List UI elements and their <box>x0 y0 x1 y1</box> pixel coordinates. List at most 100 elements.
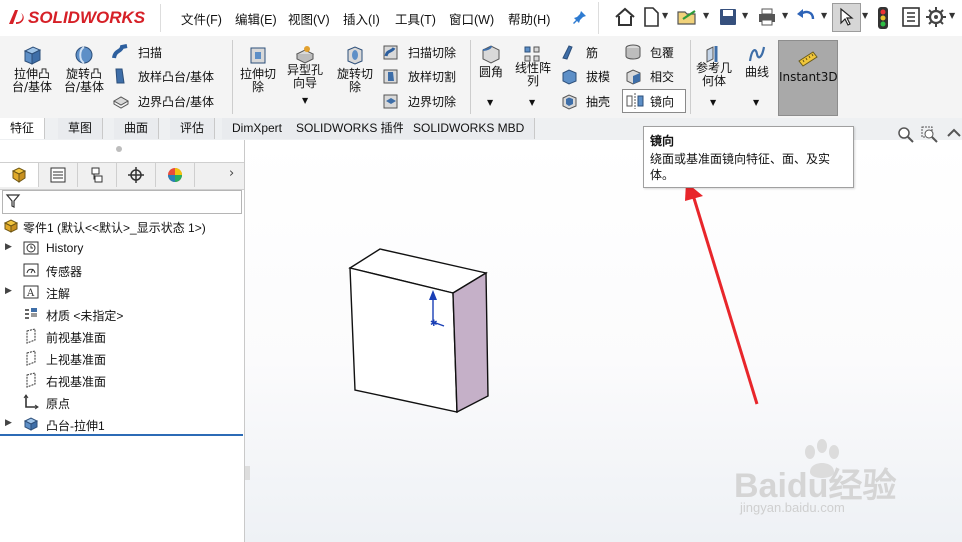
save-icon[interactable] <box>716 5 740 29</box>
tree-item-right-plane[interactable]: 右视基准面 <box>0 369 243 391</box>
linear-pattern-button[interactable]: 线性阵列 ▼ <box>510 44 556 107</box>
dimxpertmanager-tab[interactable] <box>117 163 156 187</box>
menu-window[interactable]: 窗口(W) <box>449 9 494 28</box>
propertymanager-tab[interactable] <box>39 163 78 187</box>
tree-item-boss-extrude[interactable]: ▶ 凸台-拉伸1 <box>0 413 243 435</box>
tab-solidworks-addins[interactable]: SOLIDWORKS 插件 <box>286 118 416 139</box>
menu-insert[interactable]: 插入(I) <box>343 9 380 28</box>
panel-grip[interactable] <box>116 146 122 152</box>
panel-collapse-handle[interactable] <box>245 466 250 480</box>
tree-item-top-plane[interactable]: 上视基准面 <box>0 347 243 369</box>
chevron-down-icon[interactable]: ▼ <box>703 11 709 20</box>
sweep-cut-button[interactable]: 扫描切除 <box>382 42 478 62</box>
select-button[interactable] <box>832 3 861 32</box>
menu-help[interactable]: 帮助(H) <box>508 9 550 28</box>
hole-wizard-button[interactable]: 异型孔向导 ▼ <box>282 44 328 106</box>
curves-button[interactable]: 曲线 ▼ <box>740 44 774 107</box>
expand-arrow-icon[interactable]: ▶ <box>5 241 12 252</box>
extrude-boss-icon <box>23 46 42 65</box>
chevron-down-icon[interactable]: ▼ <box>949 11 955 20</box>
file-properties-icon[interactable] <box>899 5 923 29</box>
ds-logo-icon <box>9 10 24 24</box>
shell-button[interactable]: 抽壳 <box>560 91 618 111</box>
draft-button[interactable]: 拔模 <box>560 66 618 86</box>
divider <box>160 4 161 32</box>
tab-evaluate[interactable]: 评估 <box>170 118 216 139</box>
tree-item-label: 前视基准面 <box>46 331 107 345</box>
chevron-right-icon[interactable]: › <box>229 166 234 181</box>
displaymanager-tab[interactable] <box>156 163 195 187</box>
tree-item-origin[interactable]: 原点 <box>0 391 243 413</box>
chevron-down-icon[interactable]: ▼ <box>487 98 493 107</box>
draft-icon <box>562 69 577 85</box>
boundary-cut-icon <box>383 94 398 109</box>
tab-sketch[interactable]: 草图 <box>58 118 104 139</box>
chevron-down-icon[interactable]: ▼ <box>753 98 759 107</box>
menu-edit[interactable]: 编辑(E) <box>235 9 277 28</box>
divider <box>598 2 599 34</box>
new-document-icon[interactable] <box>639 5 663 29</box>
menu-tools[interactable]: 工具(T) <box>395 9 436 28</box>
chevron-down-icon[interactable]: ▼ <box>742 11 748 20</box>
sweep-button[interactable]: 扫描 <box>112 42 230 62</box>
wrap-icon <box>625 44 641 60</box>
extrude-boss-button[interactable]: 拉伸凸台/基体 <box>6 44 58 102</box>
plane-icon <box>26 350 36 366</box>
tab-dimxpert[interactable]: DimXpert <box>222 118 294 139</box>
filter-icon <box>5 194 21 208</box>
menu-file[interactable]: 文件(F) <box>181 9 222 28</box>
zoom-to-fit-icon[interactable] <box>897 126 915 144</box>
tree-root-part[interactable]: 零件1 (默认<<默认>_显示状态 1>) <box>0 215 243 237</box>
chevron-down-icon[interactable]: ▼ <box>529 98 535 107</box>
open-folder-icon[interactable] <box>675 5 699 29</box>
title-menu-bar: SOLIDWORKS 文件(F) 编辑(E) 视图(V) 插入(I) 工具(T)… <box>0 0 962 37</box>
print-icon[interactable] <box>755 5 779 29</box>
tab-surfaces[interactable]: 曲面 <box>114 118 160 139</box>
configurationmanager-tab[interactable] <box>78 163 117 187</box>
chevron-down-icon[interactable]: ▼ <box>782 11 788 20</box>
extrude-feature-icon <box>23 417 39 431</box>
home-icon[interactable] <box>613 5 637 29</box>
gear-icon[interactable] <box>924 5 948 29</box>
chevron-down-icon[interactable]: ▼ <box>821 11 827 20</box>
chevron-down-icon[interactable]: ▼ <box>862 11 868 20</box>
chevron-down-icon[interactable]: ▼ <box>302 96 308 105</box>
fillet-button[interactable]: 圆角 ▼ <box>474 44 508 107</box>
chevron-down-icon[interactable]: ▼ <box>662 11 668 20</box>
boundary-cut-button[interactable]: 边界切除 <box>382 91 478 111</box>
solidworks-logo[interactable]: SOLIDWORKS <box>0 0 155 36</box>
mirror-tooltip: 镜向 绕面或基准面镜向特征、面、及实体。 <box>643 126 854 188</box>
intersect-button[interactable]: 相交 <box>624 66 684 86</box>
pin-icon[interactable] <box>572 9 588 25</box>
tree-item-sensors[interactable]: 传感器 <box>0 259 243 281</box>
tab-features[interactable]: 特征 <box>0 118 46 139</box>
instant3d-button[interactable]: Instant3D <box>778 40 838 116</box>
menu-view[interactable]: 视图(V) <box>288 9 330 28</box>
boundary-boss-button[interactable]: 边界凸台/基体 <box>112 91 230 111</box>
ref-geometry-button[interactable]: 参考几何体 ▼ <box>692 44 736 107</box>
tree-item-history[interactable]: ▶ History <box>0 237 243 259</box>
tab-solidworks-mbd[interactable]: SOLIDWORKS MBD <box>403 118 536 139</box>
zoom-area-icon[interactable] <box>921 126 939 144</box>
loft-boss-button[interactable]: 放样凸台/基体 <box>112 66 230 86</box>
undo-icon[interactable] <box>794 5 818 29</box>
rib-button[interactable]: 筋 <box>560 42 618 62</box>
rollback-bar[interactable] <box>0 434 243 436</box>
previous-view-icon[interactable] <box>945 126 962 144</box>
expand-arrow-icon[interactable]: ▶ <box>5 285 12 296</box>
tree-item-material[interactable]: 材质 <未指定> <box>0 303 243 325</box>
revolve-cut-icon <box>347 46 363 65</box>
tree-filter-box[interactable] <box>2 190 242 214</box>
tree-item-annotations[interactable]: ▶ A 注解 <box>0 281 243 303</box>
tree-item-front-plane[interactable]: 前视基准面 <box>0 325 243 347</box>
revolve-cut-button[interactable]: 旋转切除 <box>332 44 378 102</box>
featuremanager-tab[interactable] <box>0 163 39 187</box>
extrude-cut-button[interactable]: 拉伸切除 <box>236 44 280 102</box>
wrap-button[interactable]: 包覆 <box>624 42 684 62</box>
traffic-light-icon[interactable] <box>877 6 889 30</box>
loft-cut-button[interactable]: 放样切割 <box>382 66 478 86</box>
chevron-down-icon[interactable]: ▼ <box>710 98 716 107</box>
expand-arrow-icon[interactable]: ▶ <box>5 417 12 428</box>
revolve-boss-button[interactable]: 旋转凸台/基体 <box>58 44 110 102</box>
mirror-button[interactable]: 镜向 <box>622 89 686 113</box>
